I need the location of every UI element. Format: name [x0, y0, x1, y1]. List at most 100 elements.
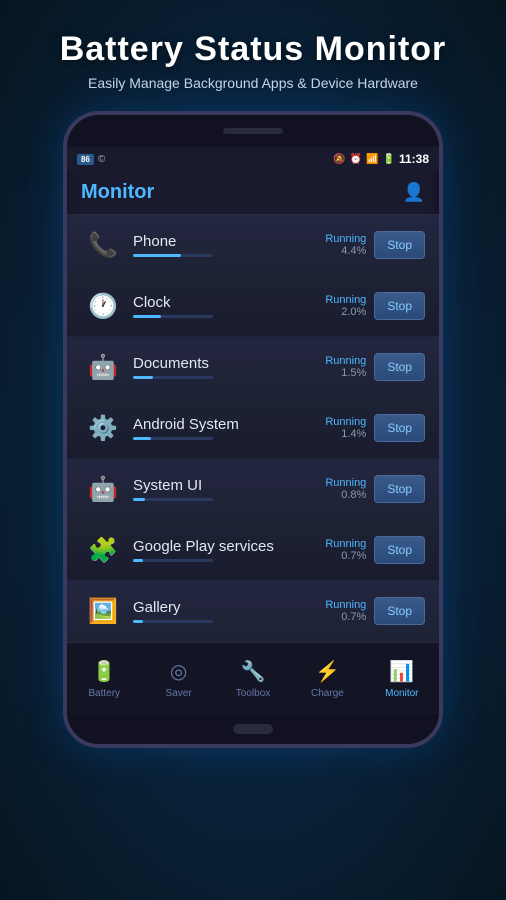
nav-icon-toolbox: 🔧 — [241, 659, 266, 684]
app-running-label: Running — [325, 355, 366, 367]
app-info: Google Play services — [133, 538, 325, 562]
app-progress-fill — [133, 376, 153, 379]
app-status: Running 1.5% — [325, 355, 366, 379]
app-icon-wrap: ⚙️ — [81, 406, 125, 450]
app-status: Running 0.7% — [325, 538, 366, 562]
app-percent: 0.7% — [325, 611, 366, 623]
nav-icon-monitor: 📊 — [389, 659, 414, 684]
app-row: 📞 Phone Running 4.4% Stop — [67, 215, 439, 276]
app-info: Clock — [133, 294, 325, 318]
app-running-label: Running — [325, 599, 366, 611]
app-percent: 4.4% — [325, 245, 366, 257]
app-icon-documents: 🤖 — [85, 349, 121, 385]
app-info: Gallery — [133, 599, 325, 623]
nav-label-saver: Saver — [166, 688, 192, 699]
mute-icon: 🔕 — [333, 154, 345, 165]
app-progress-fill — [133, 437, 151, 440]
nav-label-charge: Charge — [311, 688, 344, 699]
app-progress-fill — [133, 254, 181, 257]
stop-button[interactable]: Stop — [374, 353, 425, 381]
app-running-label: Running — [325, 477, 366, 489]
app-name: Google Play services — [133, 538, 325, 555]
user-icon[interactable]: 👤 — [403, 182, 425, 203]
app-status: Running 0.7% — [325, 599, 366, 623]
app-row: 🧩 Google Play services Running 0.7% Stop — [67, 520, 439, 581]
app-percent: 2.0% — [325, 306, 366, 318]
app-icon-android-system: ⚙️ — [85, 410, 121, 446]
app-status: Running 1.4% — [325, 416, 366, 440]
app-progress-fill — [133, 559, 143, 562]
app-info: Documents — [133, 355, 325, 379]
app-status: Running 4.4% — [325, 233, 366, 257]
status-right: 🔕 ⏰ 📶 🔋 11:38 — [333, 152, 429, 166]
app-icon-system-ui: 🤖 — [85, 471, 121, 507]
app-progress-bar — [133, 498, 213, 501]
nav-item-monitor[interactable]: 📊 Monitor — [365, 659, 439, 699]
status-badge-86: 86 — [77, 154, 94, 165]
nav-icon-charge: ⚡ — [315, 659, 340, 684]
app-name: Phone — [133, 233, 325, 250]
app-icon-google-play-services: 🧩 — [85, 532, 121, 568]
phone-home-btn[interactable] — [233, 724, 273, 734]
header-subtitle: Easily Manage Background Apps & Device H… — [20, 75, 486, 91]
app-info: Phone — [133, 233, 325, 257]
alarm-icon: ⏰ — [350, 154, 362, 165]
app-progress-fill — [133, 620, 143, 623]
app-progress-bar — [133, 437, 213, 440]
app-name: Clock — [133, 294, 325, 311]
status-time: 11:38 — [399, 152, 429, 166]
nav-item-toolbox[interactable]: 🔧 Toolbox — [216, 659, 290, 699]
app-percent: 1.4% — [325, 428, 366, 440]
nav-item-saver[interactable]: ◎ Saver — [141, 659, 215, 699]
app-progress-fill — [133, 315, 161, 318]
header-title: Battery Status Monitor — [20, 30, 486, 69]
app-name: Gallery — [133, 599, 325, 616]
app-progress-bar — [133, 254, 213, 257]
nav-label-toolbox: Toolbox — [236, 688, 270, 699]
app-header: Monitor 👤 — [67, 171, 439, 215]
stop-button[interactable]: Stop — [374, 475, 425, 503]
status-bar: 86 © 🔕 ⏰ 📶 🔋 11:38 — [67, 147, 439, 171]
stop-button[interactable]: Stop — [374, 231, 425, 259]
app-list: 📞 Phone Running 4.4% Stop 🕐 Clock Runnin… — [67, 215, 439, 642]
app-icon-gallery: 🖼️ — [85, 593, 121, 629]
wifi-icon: 📶 — [366, 154, 378, 165]
phone-container: 86 © 🔕 ⏰ 📶 🔋 11:38 Monitor 👤 📞 Phone — [0, 111, 506, 748]
app-progress-bar — [133, 559, 213, 562]
app-row: ⚙️ Android System Running 1.4% Stop — [67, 398, 439, 459]
app-icon-wrap: 🤖 — [81, 345, 125, 389]
phone-bottom-bar — [67, 714, 439, 744]
app-status: Running 0.8% — [325, 477, 366, 501]
app-progress-fill — [133, 498, 145, 501]
app-progress-bar — [133, 315, 213, 318]
app-icon-wrap: 📞 — [81, 223, 125, 267]
app-progress-bar — [133, 376, 213, 379]
app-info: System UI — [133, 477, 325, 501]
app-row: 🤖 System UI Running 0.8% Stop — [67, 459, 439, 520]
app-icon-clock: 🕐 — [85, 288, 121, 324]
nav-item-charge[interactable]: ⚡ Charge — [290, 659, 364, 699]
header: Battery Status Monitor Easily Manage Bac… — [0, 0, 506, 106]
app-percent: 1.5% — [325, 367, 366, 379]
app-percent: 0.8% — [325, 489, 366, 501]
app-running-label: Running — [325, 233, 366, 245]
app-percent: 0.7% — [325, 550, 366, 562]
nav-item-battery[interactable]: 🔋 Battery — [67, 659, 141, 699]
app-progress-bar — [133, 620, 213, 623]
app-title: Monitor — [81, 181, 154, 204]
phone-speaker — [223, 128, 283, 134]
app-name: Android System — [133, 416, 325, 433]
battery-icon: 🔋 — [383, 154, 395, 165]
app-icon-wrap: 🧩 — [81, 528, 125, 572]
phone-top-bar — [67, 115, 439, 147]
app-running-label: Running — [325, 538, 366, 550]
status-left: 86 © — [77, 154, 105, 165]
stop-button[interactable]: Stop — [374, 597, 425, 625]
stop-button[interactable]: Stop — [374, 536, 425, 564]
stop-button[interactable]: Stop — [374, 292, 425, 320]
bottom-nav: 🔋 Battery ◎ Saver 🔧 Toolbox ⚡ Charge 📊 M… — [67, 642, 439, 714]
app-info: Android System — [133, 416, 325, 440]
nav-label-monitor: Monitor — [385, 688, 418, 699]
app-name: System UI — [133, 477, 325, 494]
stop-button[interactable]: Stop — [374, 414, 425, 442]
